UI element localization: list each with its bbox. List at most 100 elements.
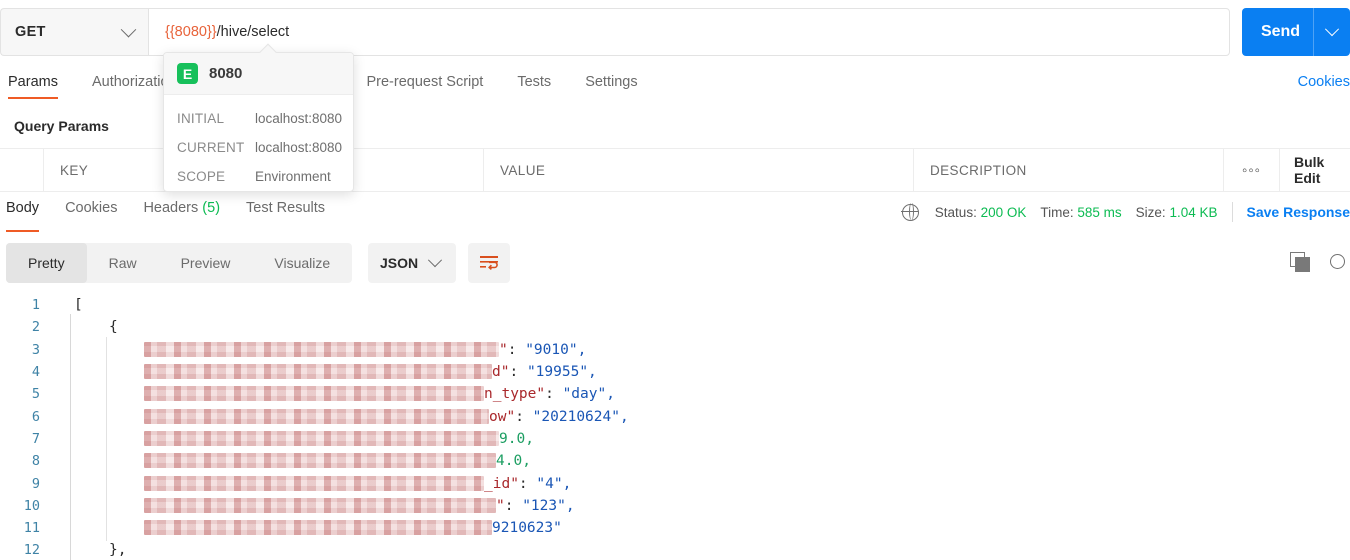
- tooltip-value-current: localhost:8080: [255, 140, 343, 155]
- response-tab-body[interactable]: Body: [6, 200, 40, 232]
- line-number: 10: [23, 497, 40, 514]
- chevron-down-icon: [428, 253, 443, 268]
- code-line-content: 9.0,: [144, 430, 534, 447]
- size-group: Size: 1.04 KB: [1136, 205, 1218, 220]
- format-visualize[interactable]: Visualize: [252, 243, 352, 283]
- tab-pre-request-script[interactable]: Pre-request Script: [366, 74, 483, 99]
- format-preview[interactable]: Preview: [159, 243, 253, 283]
- status-value: 200 OK: [980, 204, 1027, 220]
- chevron-down-icon: [120, 21, 137, 37]
- code-line: 7 9.0,: [0, 425, 1350, 452]
- code-line: 11 9210623": [0, 514, 1350, 541]
- ellipsis-icon: ◦◦◦: [1242, 161, 1261, 179]
- status-label: Status:: [934, 204, 977, 220]
- response-tab-test-results[interactable]: Test Results: [246, 200, 325, 232]
- select-all-checkbox-cell[interactable]: [0, 149, 44, 191]
- send-button[interactable]: Send: [1242, 23, 1313, 41]
- response-format-toolbar: Pretty Raw Preview Visualize JSON: [0, 243, 1350, 283]
- code-line-content: 9210623": [144, 520, 562, 536]
- http-method-selector[interactable]: GET: [0, 8, 148, 56]
- word-wrap-icon: [480, 256, 498, 271]
- tooltip-header: E 8080: [164, 53, 353, 95]
- redacted-key-blur: [144, 408, 489, 424]
- cookies-link[interactable]: Cookies: [1298, 74, 1350, 90]
- code-token: {: [109, 319, 118, 336]
- search-icon: [1330, 254, 1345, 269]
- code-line-content: ": "123",: [144, 497, 575, 514]
- request-url-row: GET {{8080}}/hive/select Send: [0, 8, 1350, 56]
- code-line: 10 ": "123",: [0, 492, 1350, 519]
- code-token: },: [109, 542, 127, 559]
- copy-to-clipboard-button[interactable]: [1290, 252, 1312, 274]
- content-type-selector[interactable]: JSON: [368, 243, 456, 283]
- tooltip-key-initial: INITIAL: [177, 111, 225, 126]
- globe-icon: [901, 203, 919, 221]
- save-response-button[interactable]: Save Response: [1247, 204, 1350, 220]
- redacted-key-blur: [144, 520, 492, 536]
- code-token: ow": "20210624",: [489, 408, 629, 425]
- line-number: 4: [31, 364, 40, 381]
- response-body-viewer[interactable]: 1[2{3 ": "9010", 4 d": "19955", 5 n_type": "d…: [0, 294, 1350, 560]
- tab-settings[interactable]: Settings: [585, 74, 637, 99]
- code-line: 3 ": "9010",: [0, 336, 1350, 363]
- tooltip-row-initial: INITIAL localhost:8080: [177, 104, 353, 133]
- code-line-content: ow": "20210624",: [144, 408, 629, 425]
- headers-count-badge: (5): [202, 200, 221, 216]
- code-line-content: _id": "4",: [144, 475, 572, 492]
- code-line: 1[: [0, 294, 1350, 316]
- tooltip-row-current: CURRENT localhost:8080: [177, 133, 353, 162]
- tooltip-value-scope: Environment: [255, 169, 331, 184]
- tab-params[interactable]: Params: [8, 74, 58, 99]
- postman-request-response-pane: GET {{8080}}/hive/select Send Params Aut…: [0, 0, 1350, 560]
- time-label: Time:: [1040, 204, 1074, 220]
- line-number: 11: [23, 520, 40, 537]
- word-wrap-toggle-button[interactable]: [468, 243, 510, 283]
- code-line-content: [: [74, 297, 83, 313]
- line-number: 5: [31, 386, 40, 403]
- bulk-edit-button[interactable]: Bulk Edit: [1280, 149, 1350, 191]
- search-response-button[interactable]: [1330, 254, 1350, 274]
- code-line: 9 _id": "4",: [0, 470, 1350, 497]
- redacted-key-blur: [144, 497, 496, 513]
- redacted-key-blur: [144, 386, 484, 402]
- code-token: [: [74, 297, 83, 314]
- format-raw[interactable]: Raw: [87, 243, 159, 283]
- line-number: 7: [31, 430, 40, 447]
- code-line-content: {: [109, 319, 118, 335]
- code-token: ": "123",: [496, 497, 575, 514]
- response-tab-headers[interactable]: Headers (5): [143, 200, 220, 232]
- indent-guide: [106, 514, 107, 541]
- copy-icon-front: [1295, 257, 1310, 272]
- code-token: n_type": "day",: [484, 386, 615, 403]
- code-token: _id": "4",: [484, 475, 572, 492]
- code-line-content: d": "19955",: [144, 364, 597, 380]
- tab-tests[interactable]: Tests: [517, 74, 551, 99]
- code-token: d": "19955",: [492, 364, 597, 381]
- tooltip-value-initial: localhost:8080: [255, 111, 343, 126]
- redacted-key-blur: [144, 364, 492, 380]
- response-tab-cookies[interactable]: Cookies: [65, 200, 117, 232]
- time-value: 585 ms: [1077, 204, 1122, 220]
- send-button-group[interactable]: Send: [1242, 8, 1350, 56]
- tooltip-key-scope: SCOPE: [177, 169, 226, 184]
- send-options-chevron-down-icon[interactable]: [1314, 22, 1350, 37]
- code-token: 4.0,: [496, 453, 531, 470]
- code-token: ": "9010",: [499, 341, 587, 358]
- format-pretty[interactable]: Pretty: [6, 243, 87, 283]
- url-input[interactable]: {{8080}}/hive/select: [148, 8, 1230, 56]
- url-variable-token[interactable]: {{8080}}: [165, 24, 217, 40]
- response-tab-headers-label: Headers: [143, 200, 199, 216]
- line-number: 8: [31, 453, 40, 470]
- tooltip-rows: INITIAL localhost:8080 CURRENT localhost…: [164, 95, 353, 191]
- code-line: 2{: [0, 314, 1350, 341]
- line-number: 12: [23, 542, 40, 559]
- query-params-title: Query Params: [14, 118, 109, 134]
- params-more-options-button[interactable]: ◦◦◦: [1224, 149, 1280, 191]
- code-line-content: 4.0,: [144, 453, 531, 469]
- content-type-label: JSON: [380, 255, 419, 271]
- indent-guide: [70, 537, 71, 560]
- line-number: 3: [31, 341, 40, 358]
- code-token: 9210623": [492, 520, 562, 537]
- environment-badge-icon: E: [177, 63, 198, 84]
- response-tabs: Body Cookies Headers (5) Test Results: [0, 200, 860, 232]
